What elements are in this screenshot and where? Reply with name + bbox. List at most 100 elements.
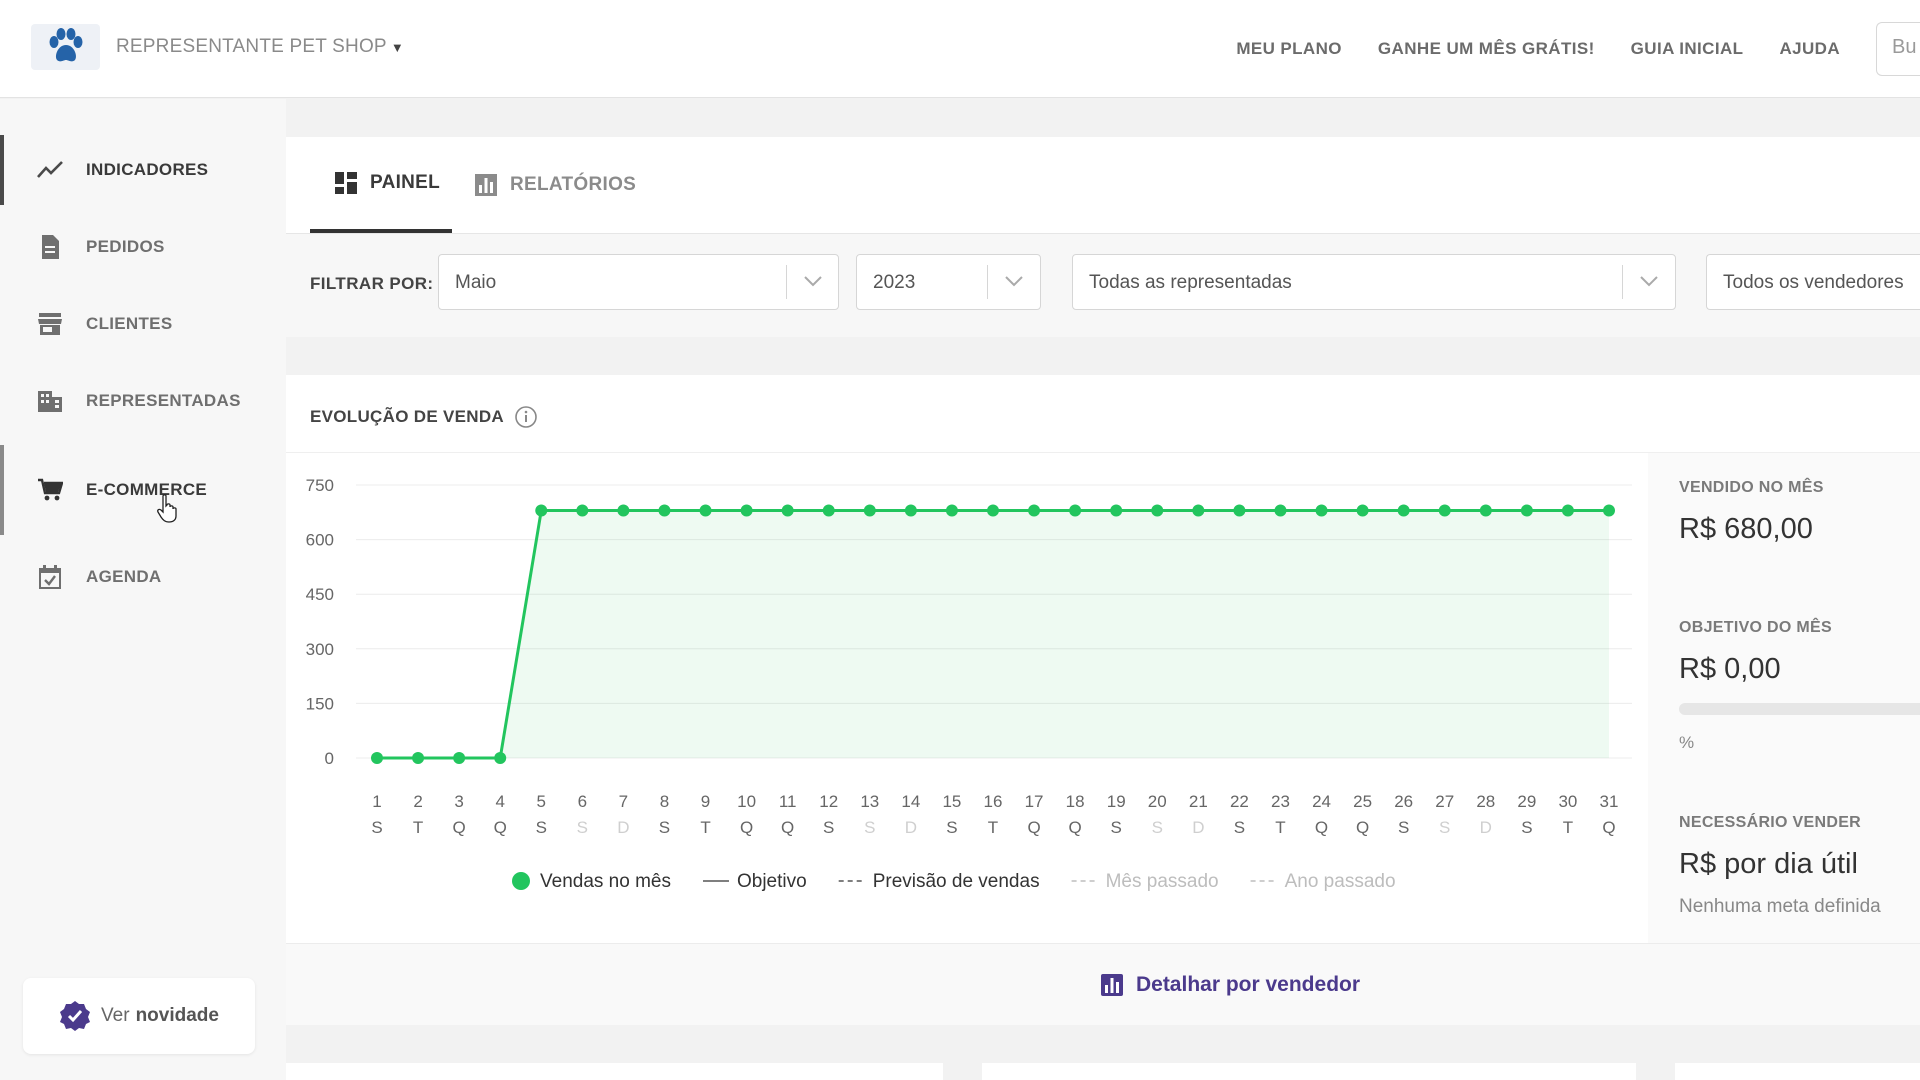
x-tick-label: 19 [1107,792,1126,811]
data-point [658,504,671,517]
paw-logo-icon[interactable] [31,24,100,70]
bottom-card [1675,1063,1920,1080]
tab-relatorios[interactable]: RELATÓRIOS [474,137,636,233]
x-tick-label: 15 [942,792,961,811]
x-weekday-label: T [1275,818,1285,837]
detail-by-seller-button[interactable]: Detalhar por vendedor [286,943,1920,1025]
data-point [1603,504,1615,517]
bottom-card [982,1063,1636,1080]
sidebar-item-agenda[interactable]: AGENDA [0,542,286,612]
sidebar-item-ecommerce[interactable]: E-COMMERCE [0,445,286,535]
novidade-bold: novidade [135,1005,219,1026]
y-tick-label: 150 [306,694,334,713]
data-point [453,752,466,764]
nav-guia-inicial[interactable]: GUIA INICIAL [1631,39,1744,59]
x-weekday-label: Q [1315,818,1328,837]
data-point [494,752,507,764]
year-select[interactable]: 2023 [856,254,1041,310]
x-tick-label: 10 [737,792,756,811]
x-tick-label: 25 [1353,792,1372,811]
sidebar-item-label: PEDIDOS [86,237,165,256]
legend-label: Previsão de vendas [873,871,1040,892]
data-point [1356,504,1369,517]
x-weekday-label: D [617,818,629,837]
sidebar-item-clientes[interactable]: CLIENTES [0,289,286,359]
tab-label: RELATÓRIOS [510,174,637,195]
filter-label: FILTRAR POR: [310,274,434,293]
bar-chart-icon [1100,973,1123,996]
legend-marker [512,872,530,890]
data-point [1397,504,1410,517]
search-input[interactable]: Bu [1876,22,1920,76]
nav-ajuda[interactable]: AJUDA [1779,39,1840,59]
x-weekday-label: S [371,818,382,837]
x-weekday-label: S [864,818,875,837]
chart-title-text: EVOLUÇÃO DE VENDA [310,407,505,426]
x-tick-label: 7 [619,792,628,811]
top-bar: REPRESENTANTE PET SHOP ▼ MEU PLANO GANHE … [0,0,1920,98]
sellers-value: Todos os vendedores [1723,272,1904,293]
x-weekday-label: T [413,818,423,837]
sidebar-item-indicadores[interactable]: INDICADORES [0,135,286,205]
nav-ganhe-mes[interactable]: GANHE UM MÊS GRÁTIS! [1378,39,1595,59]
x-weekday-label: S [946,818,957,837]
x-weekday-label: S [577,818,588,837]
sidebar-item-representadas[interactable]: REPRESENTADAS [0,366,286,436]
calendar-check-icon [37,564,63,590]
data-point [1438,504,1451,517]
sales-evolution-card: EVOLUÇÃO DE VENDA 0 150 300 450 600 750 1 S 2 T 3 Q… [286,375,1920,1025]
data-point [617,504,630,517]
data-point [987,504,999,517]
data-point [822,504,835,517]
x-tick-label: 16 [984,792,1003,811]
legend-label: Objetivo [737,871,807,892]
x-tick-label: 12 [819,792,838,811]
cart-icon [37,477,63,503]
nav-meu-plano[interactable]: MEU PLANO [1236,39,1342,59]
x-tick-label: 3 [454,792,463,811]
x-tick-label: 4 [495,792,504,811]
year-value: 2023 [873,272,916,293]
sidebar-item-pedidos[interactable]: PEDIDOS [0,212,286,282]
stats-panel: VENDIDO NO MÊS R$ 680,00 OBJETIVO DO MÊS… [1648,453,1920,943]
x-tick-label: 22 [1230,792,1249,811]
x-tick-label: 24 [1312,792,1331,811]
goal-percent: % [1679,733,1695,752]
sidebar: INDICADORES PEDIDOS CLIENTES REPRESENTAD… [0,99,286,1080]
verified-badge-icon [60,1001,91,1031]
sellers-select[interactable]: Todos os vendedores [1706,254,1920,310]
y-tick-label: 750 [306,476,334,495]
store-name: REPRESENTANTE PET SHOP [116,36,387,57]
x-tick-label: 9 [701,792,710,811]
need-label: NECESSÁRIO VENDER [1679,814,1862,831]
x-tick-label: 2 [413,792,422,811]
month-select[interactable]: Maio [438,254,839,310]
chart-title: EVOLUÇÃO DE VENDA [310,405,538,429]
data-point [1110,504,1123,517]
x-tick-label: 17 [1025,792,1044,811]
represented-select[interactable]: Todas as representadas [1072,254,1676,310]
x-tick-label: 14 [901,792,920,811]
ver-novidade-button[interactable]: Ver novidade [23,978,255,1054]
store-switcher[interactable]: REPRESENTANTE PET SHOP ▼ [116,36,404,58]
top-nav: MEU PLANO GANHE UM MÊS GRÁTIS! GUIA INIC… [1236,0,1920,98]
sold-label: VENDIDO NO MÊS [1679,479,1824,496]
x-tick-label: 21 [1189,792,1208,811]
y-tick-label: 600 [306,531,334,550]
legend-label: Mês passado [1106,871,1219,892]
sidebar-item-label: REPRESENTADAS [86,391,241,410]
data-point [535,504,548,517]
series-area [377,510,1609,758]
divider [1622,265,1623,299]
x-weekday-label: S [823,818,834,837]
info-icon[interactable] [514,405,538,429]
x-weekday-label: Q [1602,818,1615,837]
tab-painel[interactable]: PAINEL [310,137,452,233]
data-point [371,752,383,764]
x-tick-label: 23 [1271,792,1290,811]
x-weekday-label: S [659,818,670,837]
y-tick-label: 0 [325,749,334,768]
represented-value: Todas as representadas [1089,272,1292,293]
panel-header: PAINEL RELATÓRIOS FILTRAR POR: Maio 2023… [286,137,1920,337]
bar-chart-icon [475,174,497,196]
